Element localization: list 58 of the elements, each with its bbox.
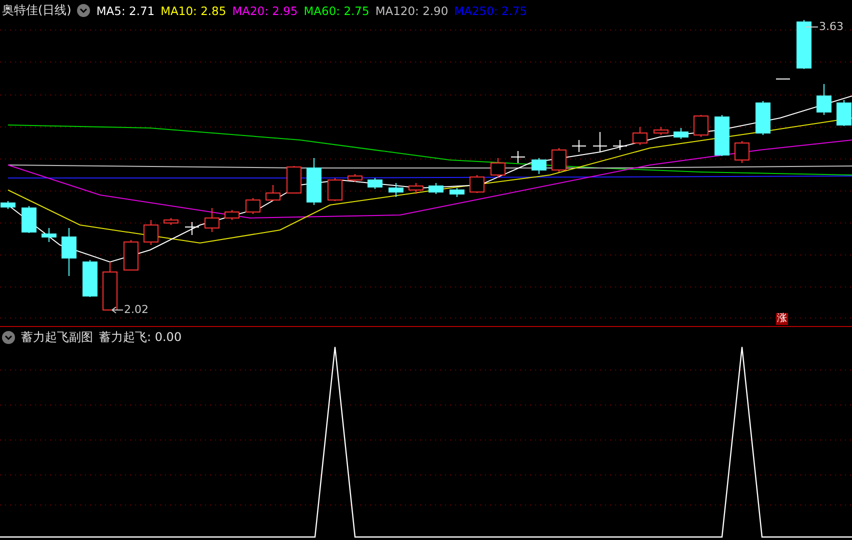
candlestick xyxy=(470,174,484,194)
candlestick xyxy=(368,178,382,190)
candlestick xyxy=(124,240,138,270)
candlestick xyxy=(62,228,76,276)
indicator-reading: 蓄力起飞: 0.00 xyxy=(99,329,182,346)
candlestick xyxy=(714,114,730,156)
candlestick xyxy=(348,174,362,182)
moving-average-value: MA60: 2.75 xyxy=(304,4,370,18)
candlestick xyxy=(388,182,404,198)
leader-line xyxy=(806,24,818,30)
candlestick xyxy=(816,84,832,116)
candlestick xyxy=(224,210,240,220)
chart-title: 奥特佳(日线) xyxy=(2,2,72,19)
candlestick xyxy=(510,150,526,164)
moving-average-value: MA5: 2.71 xyxy=(96,4,155,18)
moving-average-value: MA10: 2.85 xyxy=(160,4,226,18)
candlestick xyxy=(632,126,648,146)
candlestick xyxy=(796,20,812,70)
candlestick xyxy=(572,140,586,152)
candlestick xyxy=(246,198,260,214)
moving-average-value: MA20: 2.95 xyxy=(232,4,298,18)
candlestick xyxy=(836,100,852,126)
candlestick xyxy=(592,132,608,152)
candlestick xyxy=(82,260,98,298)
dropdown-icon[interactable] xyxy=(77,4,90,17)
candlestick xyxy=(22,206,36,234)
candlestick xyxy=(734,140,750,164)
candlestick xyxy=(204,208,220,232)
subchart-title: 蓄力起飞副图 xyxy=(21,329,93,346)
moving-average-value: MA250: 2.75 xyxy=(454,4,528,18)
high-price-label: 3.63 xyxy=(819,20,844,33)
candlestick xyxy=(144,220,158,246)
candlestick xyxy=(266,184,280,202)
moving-average-value: MA120: 2.90 xyxy=(375,4,448,18)
candlestick xyxy=(0,200,16,210)
low-price-label: 2.02 xyxy=(124,303,148,316)
candlestick xyxy=(286,166,302,194)
candlestick xyxy=(674,128,688,140)
candlestick xyxy=(776,78,790,80)
dropdown-icon[interactable] xyxy=(2,331,15,344)
candlestick xyxy=(102,262,118,310)
candlestick xyxy=(408,182,424,194)
candlestick xyxy=(612,140,628,150)
candlestick xyxy=(164,218,178,226)
candlestick xyxy=(552,148,566,172)
rise-badge: 涨 xyxy=(776,313,788,325)
candlestick xyxy=(756,100,770,136)
candlestick xyxy=(184,222,200,236)
candlestick xyxy=(490,158,506,178)
candlestick xyxy=(654,126,668,136)
candlestick xyxy=(428,182,444,194)
candlestick xyxy=(42,228,56,242)
candlestick xyxy=(532,158,546,174)
candlestick xyxy=(328,178,342,202)
candlestick xyxy=(450,188,464,198)
candlestick xyxy=(306,158,322,206)
arrow-icon xyxy=(111,306,123,314)
candlestick xyxy=(694,114,708,138)
